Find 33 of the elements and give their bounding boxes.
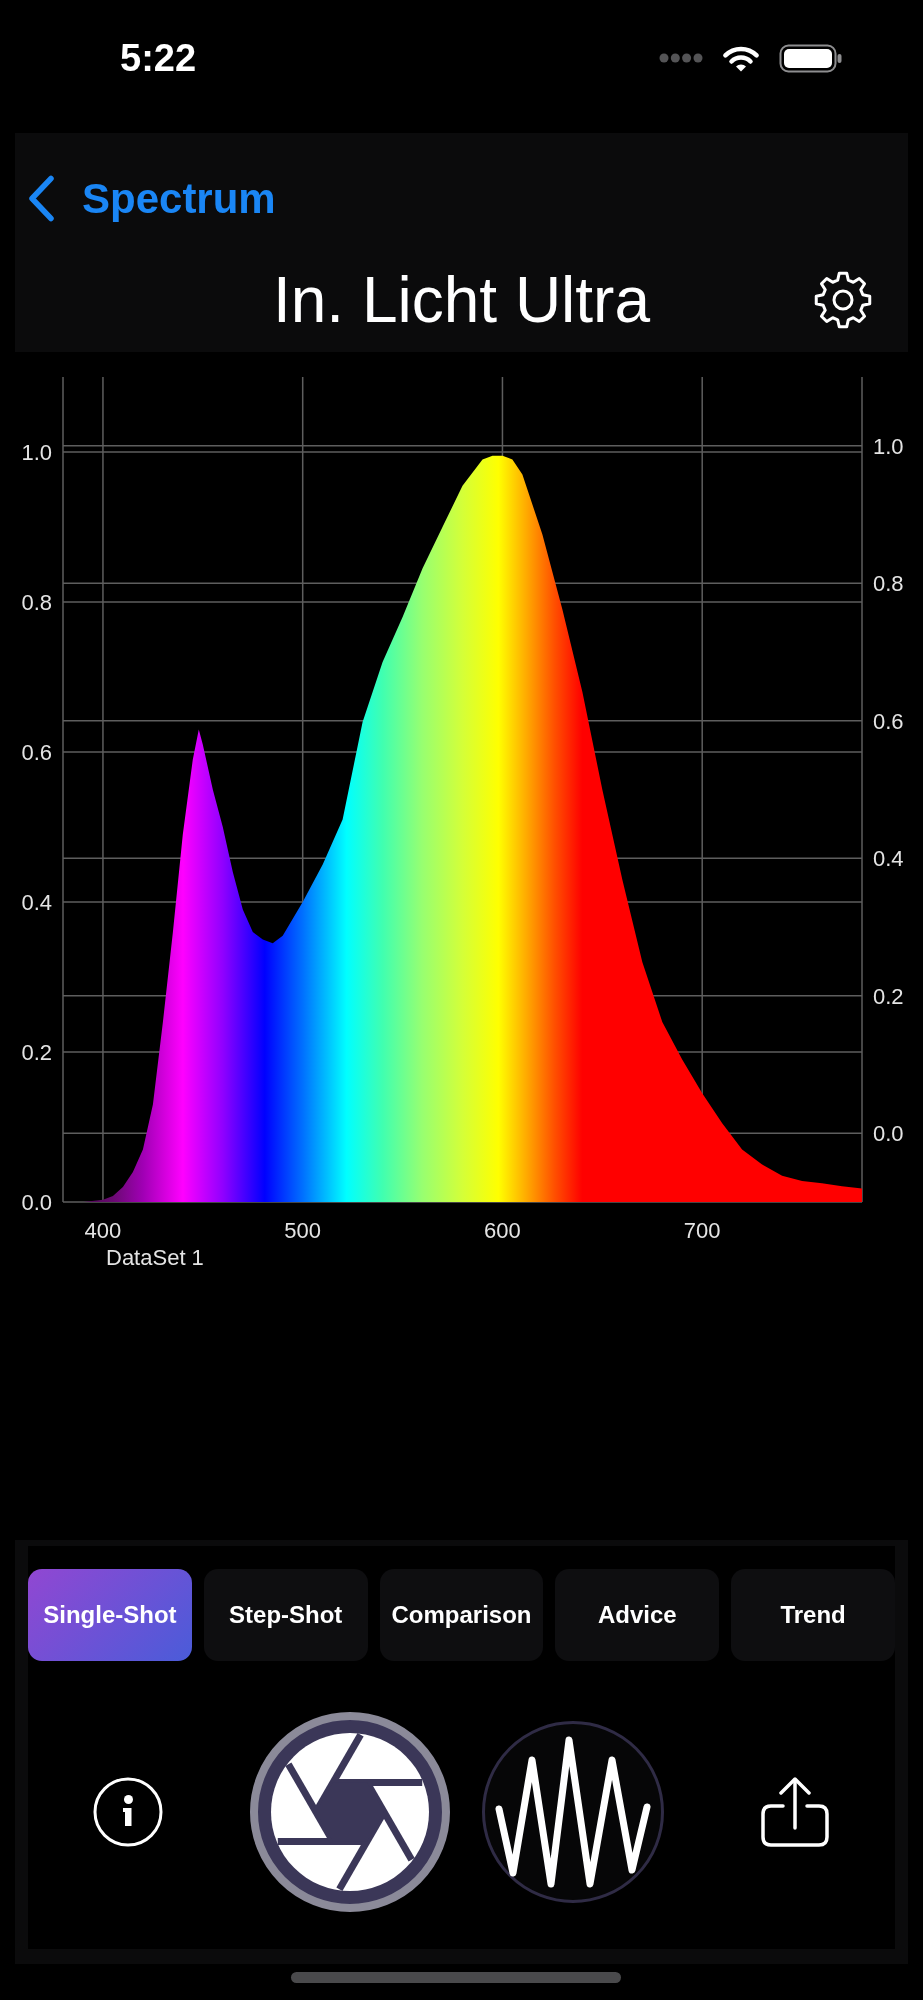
right-axis-label: 0.2: [873, 983, 904, 1009]
share-icon[interactable]: [760, 1777, 830, 1847]
right-axis-label: 1.0: [873, 433, 904, 459]
mode-tab[interactable]: Advice: [555, 1569, 720, 1661]
aperture-icon: [271, 1733, 429, 1891]
y-axis-label: 0.6: [21, 740, 52, 765]
status-time: 5:22: [120, 39, 197, 77]
right-axis-label: 0.4: [873, 846, 904, 872]
signal-icon: [659, 53, 703, 63]
chevron-left-icon: [27, 175, 55, 222]
x-axis-label: 600: [484, 1218, 521, 1243]
x-axis-label: 500: [284, 1218, 322, 1243]
info-icon[interactable]: [93, 1777, 163, 1847]
y-axis-label: 0.4: [21, 890, 52, 915]
mode-tab[interactable]: Comparison: [379, 1569, 544, 1661]
right-axis-label: 0.6: [873, 708, 904, 734]
y-axis-label: 0.8: [21, 590, 52, 615]
y-axis-label: 1.0: [21, 440, 52, 465]
settings-icon[interactable]: [814, 271, 872, 329]
mode-tab[interactable]: Step-Shot: [203, 1569, 368, 1661]
right-axis-label: 0.8: [873, 571, 904, 597]
mode-tab[interactable]: Trend: [731, 1569, 895, 1661]
x-axis-label: 700: [683, 1218, 721, 1243]
y-axis-label: 0.2: [21, 1040, 52, 1065]
y-axis-label: 0.0: [21, 1190, 52, 1215]
x-axis-label: 400: [84, 1218, 122, 1243]
legend-label: DataSet 1: [106, 1245, 204, 1270]
waveform-icon: [495, 1736, 651, 1888]
back-button[interactable]: Spectrum: [27, 175, 276, 222]
mode-tab[interactable]: Single-Shot: [28, 1569, 192, 1661]
battery-icon: [779, 43, 842, 73]
right-axis-label: 0.0: [873, 1121, 904, 1147]
page-title: In. Licht Ultra: [273, 268, 650, 332]
